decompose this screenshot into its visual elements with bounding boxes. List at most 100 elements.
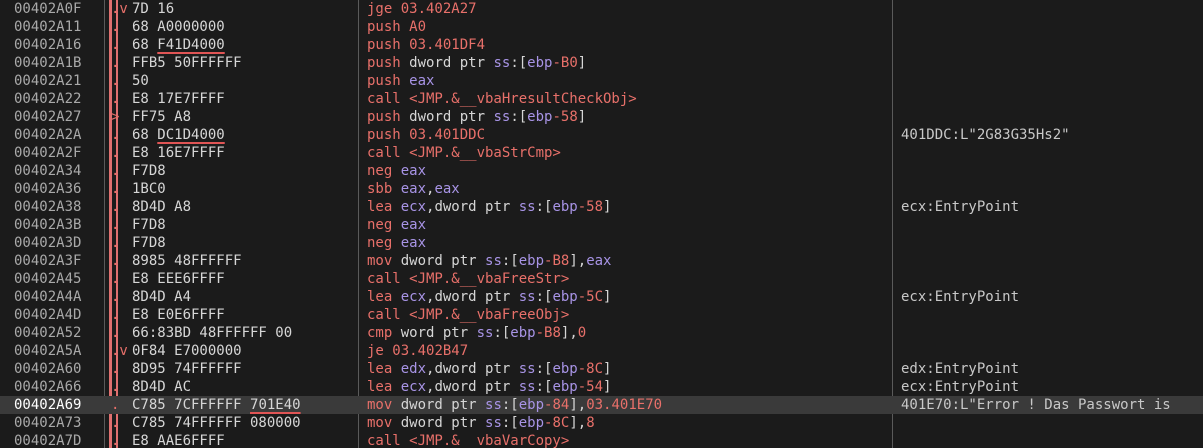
bytes-cell: 68 F41D4000 <box>132 37 225 53</box>
instruction-row[interactable]: 00402A69. C785 7CFFFFFF 701E40 mov dword p… <box>0 396 1203 414</box>
instruction-row[interactable]: 00402A1B. FFB5 50FFFFFF push dword ptr ss:… <box>0 54 1203 72</box>
comment-cell: ecx:EntryPoint <box>901 379 1020 395</box>
instruction-cell: push eax <box>367 72 891 90</box>
instruction-token: eax <box>400 181 427 197</box>
bytes-cell: 8D4D AC <box>132 379 192 395</box>
bytes-cell: FF75 A8 <box>132 109 192 125</box>
instruction-token: ] <box>603 289 612 305</box>
instruction-token: 0 <box>577 325 587 341</box>
instruction-token: call <JMP.&__vbaFreeStr> <box>367 271 570 287</box>
instruction-row[interactable]: 00402A3F. 8985 48FFFFFF mov dword ptr ss:[… <box>0 252 1203 270</box>
instruction-token: neg <box>367 235 401 251</box>
instruction-row[interactable]: 00402A3D. F7D8 neg eax <box>0 234 1203 252</box>
instruction-row[interactable]: 00402A22. E8 17E7FFFF call <JMP.&__vbaHres… <box>0 90 1203 108</box>
comment-cell: 401E70:L"Error ! Das Passwort is <box>901 397 1171 413</box>
instruction-token: cmp <box>367 325 401 341</box>
instruction-row[interactable]: 00402A45. E8 EEE6FFFF call <JMP.&__vbaFree… <box>0 270 1203 288</box>
instruction-row[interactable]: 00402A2F. E8 16E7FFFF call <JMP.&__vbaStrC… <box>0 144 1203 162</box>
instruction-token: lea <box>367 361 401 377</box>
instruction-row[interactable]: 00402A27 > FF75 A8 push dword ptr ss:[ebp-5… <box>0 108 1203 126</box>
instruction-cell: neg eax <box>367 216 891 234</box>
instruction-token: dword ptr <box>400 253 486 269</box>
instruction-row[interactable]: 00402A52. 66:83BD 48FFFFFF 00 cmp word ptr… <box>0 324 1203 342</box>
instruction-token: eax <box>400 163 427 179</box>
bytes-cell: F7D8 <box>132 217 166 233</box>
instruction-row[interactable]: 00402A11. 68 A0000000 push A0 <box>0 18 1203 36</box>
instruction-token: :[ <box>510 109 528 125</box>
instruction-row[interactable]: 00402A16. 68 F41D4000 push 03.401DF4 <box>0 36 1203 54</box>
instruction-token: mov <box>367 415 401 431</box>
comment-cell: ecx:EntryPoint <box>901 199 1020 215</box>
instruction-token: ebp <box>510 325 536 341</box>
address-cell: 00402A66 <box>14 379 82 395</box>
instruction-token: eax <box>586 253 612 269</box>
address-cell: 00402A34 <box>14 163 82 179</box>
instruction-cell: je 03.402B47 <box>367 342 891 360</box>
instruction-row[interactable]: 00402A2A. 68 DC1D4000 push 03.401DDC 401DDC… <box>0 126 1203 144</box>
instruction-token: ebp <box>527 55 553 71</box>
address-cell: 00402A45 <box>14 271 82 287</box>
comment-cell <box>901 162 1203 180</box>
instruction-token: lea <box>367 289 401 305</box>
instruction-token: ] <box>603 199 612 215</box>
instruction-row[interactable]: 00402A36. 1BC0 sbb eax,eax <box>0 180 1203 198</box>
instruction-token: -58 <box>552 109 578 125</box>
instruction-token: ], <box>569 415 587 431</box>
instruction-token: dword ptr <box>409 55 494 71</box>
instruction-cell: call <JMP.&__vbaVarCopy> <box>367 432 891 448</box>
instruction-token: eax <box>400 217 427 233</box>
bytes-cell: 66:83BD 48FFFFFF 00 <box>132 325 293 341</box>
instruction-row[interactable]: 00402A7D. E8 AAE6FFFF call <JMP.&__vbaVarC… <box>0 432 1203 448</box>
bytes-cell: F7D8 <box>132 163 166 179</box>
instruction-token: :[ <box>501 253 519 269</box>
instruction-row[interactable]: 00402A5A .v 0F84 E7000000 je 03.402B47 <box>0 342 1203 360</box>
bytes-cell: FFB5 50FFFFFF <box>132 55 242 71</box>
instruction-row[interactable]: 00402A34. F7D8 neg eax <box>0 162 1203 180</box>
instruction-token: ,dword ptr <box>426 289 519 305</box>
instruction-row[interactable]: 00402A66. 8D4D AC lea ecx,dword ptr ss:[eb… <box>0 378 1203 396</box>
instruction-row[interactable]: 00402A21. 50 push eax <box>0 72 1203 90</box>
instruction-row[interactable]: 00402A0F .v 7D 16 jge 03.402A27 <box>0 0 1203 18</box>
instruction-token: -84 <box>544 397 570 413</box>
instruction-token: ebp <box>552 379 578 395</box>
instruction-cell: push A0 <box>367 18 891 36</box>
instruction-token: ebp <box>518 415 545 431</box>
address-cell: 00402A36 <box>14 181 82 197</box>
instruction-cell: mov dword ptr ss:[ebp-84],03.401E70 <box>367 396 891 414</box>
address-cell: 00402A2A <box>14 127 82 143</box>
disassembly-view[interactable]: 00402A0F .v 7D 16 jge 03.402A27 00402A11. 68 … <box>0 0 1203 448</box>
comment-cell <box>901 18 1203 36</box>
instruction-row[interactable]: 00402A3B. F7D8 neg eax <box>0 216 1203 234</box>
instruction-token: ,dword ptr <box>426 361 519 377</box>
comment-cell <box>901 36 1203 54</box>
instruction-token: ss <box>476 325 494 341</box>
address-cell: 00402A16 <box>14 37 82 53</box>
bytes-cell: E8 AAE6FFFF <box>132 433 225 448</box>
instruction-token: push <box>367 73 410 89</box>
instruction-token: ,dword ptr <box>426 379 519 395</box>
instruction-token: ] <box>603 379 612 395</box>
instruction-row[interactable]: 00402A4D. E8 E0E6FFFF call <JMP.&__vbaFree… <box>0 306 1203 324</box>
instruction-row[interactable]: 00402A4A. 8D4D A4 lea ecx,dword ptr ss:[eb… <box>0 288 1203 306</box>
instruction-token: word ptr <box>400 325 477 341</box>
instruction-cell: jge 03.402A27 <box>367 0 891 18</box>
instruction-token: ebp <box>552 199 578 215</box>
address-cell: 00402A4A <box>14 289 82 305</box>
instruction-token: :[ <box>501 397 519 413</box>
instruction-token: sbb <box>367 181 401 197</box>
instruction-token: ] <box>577 109 587 125</box>
instruction-row[interactable]: 00402A73. C785 74FFFFFF 080000 mov dword p… <box>0 414 1203 432</box>
instruction-cell: push 03.401DF4 <box>367 36 891 54</box>
address-cell: 00402A73 <box>14 415 82 431</box>
instruction-token: -8C <box>544 415 570 431</box>
instruction-token: call <JMP.&__vbaFreeObj> <box>367 307 570 323</box>
instruction-token: ], <box>560 325 578 341</box>
instruction-row[interactable]: 00402A60. 8D95 74FFFFFF lea edx,dword ptr … <box>0 360 1203 378</box>
comment-cell <box>901 324 1203 342</box>
instruction-token: ss <box>493 55 511 71</box>
bytes-fixup-underline: DC1D4000 <box>157 127 225 143</box>
instruction-row[interactable]: 00402A38. 8D4D A8 lea ecx,dword ptr ss:[eb… <box>0 198 1203 216</box>
bytes-cell: 0F84 E7000000 <box>132 343 242 359</box>
bytes-cell: 68 A0000000 <box>132 19 225 35</box>
instruction-token: ebp <box>552 361 578 377</box>
